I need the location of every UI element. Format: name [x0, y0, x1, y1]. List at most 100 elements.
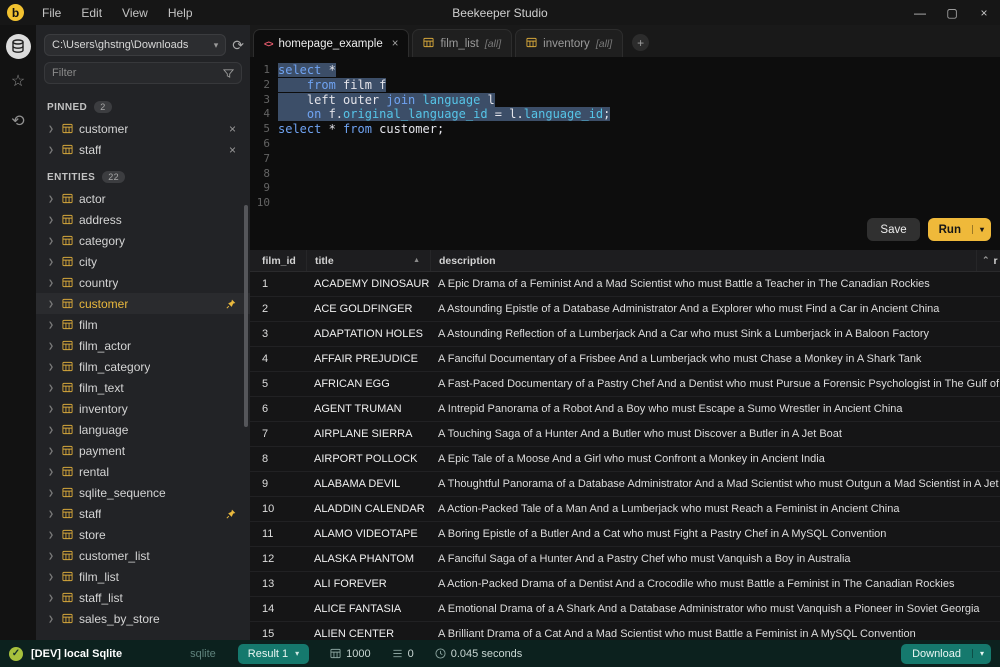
unpin-close-icon[interactable]: × — [229, 122, 236, 136]
table-row[interactable]: 8AIRPORT POLLOCKA Epic Tale of a Moose A… — [250, 447, 1000, 472]
elapsed-value: 0.045 seconds — [451, 648, 523, 660]
entity-item-country[interactable]: ❯country — [36, 272, 250, 293]
cell-description: A Action-Packed Tale of a Man And a Lumb… — [430, 503, 1000, 515]
history-icon[interactable]: ⟲ — [11, 114, 24, 130]
close-icon[interactable]: × — [968, 6, 1000, 20]
menu-help[interactable]: Help — [158, 6, 203, 20]
column-header-description[interactable]: description — [430, 250, 976, 271]
pin-icon[interactable] — [226, 299, 236, 309]
pinned-item-customer[interactable]: ❯customer× — [36, 118, 250, 139]
table-row[interactable]: 15ALIEN CENTERA Brilliant Drama of a Cat… — [250, 622, 1000, 640]
maximize-icon[interactable]: ▢ — [936, 6, 968, 20]
database-path-dropdown[interactable]: C:\Users\ghstng\Downloads ▾ — [44, 34, 226, 56]
line-number: 9 — [250, 181, 270, 196]
unpin-close-icon[interactable]: × — [229, 143, 236, 157]
entity-item-rental[interactable]: ❯rental — [36, 461, 250, 482]
menu-edit[interactable]: Edit — [71, 6, 112, 20]
entity-item-city[interactable]: ❯city — [36, 251, 250, 272]
download-button[interactable]: Download ▾ — [901, 644, 991, 664]
tab-homepage_example[interactable]: <>homepage_example× — [253, 29, 409, 57]
editor-line: 8 — [250, 167, 1000, 182]
table-row[interactable]: 5AFRICAN EGGA Fast-Paced Documentary of … — [250, 372, 1000, 397]
sort-asc-icon[interactable]: ▲ — [413, 257, 420, 264]
entity-item-language[interactable]: ❯language — [36, 419, 250, 440]
tab-film_list[interactable]: film_list[all] — [412, 29, 512, 57]
menu-file[interactable]: File — [32, 6, 71, 20]
cell-title: ALASKA PHANTOM — [306, 553, 430, 565]
table-row[interactable]: 7AIRPLANE SIERRAA Touching Saga of a Hun… — [250, 422, 1000, 447]
table-row[interactable]: 11ALAMO VIDEOTAPEA Boring Epistle of a B… — [250, 522, 1000, 547]
table-row[interactable]: 1ACADEMY DINOSAURA Epic Drama of a Femin… — [250, 272, 1000, 297]
download-button-label[interactable]: Download — [901, 648, 972, 660]
minimize-icon[interactable]: — — [904, 6, 936, 20]
favorites-star-icon[interactable]: ☆ — [11, 74, 25, 90]
editor-code[interactable]: from film f — [278, 78, 386, 93]
app-logo-icon[interactable]: b — [7, 4, 24, 21]
cell-title: AFFAIR PREJUDICE — [306, 353, 430, 365]
editor-code[interactable]: left outer join language l — [278, 93, 495, 108]
entity-item-category[interactable]: ❯category — [36, 230, 250, 251]
entity-item-film[interactable]: ❯film — [36, 314, 250, 335]
table-row[interactable]: 9ALABAMA DEVILA Thoughtful Panorama of a… — [250, 472, 1000, 497]
sql-code-icon: <> — [264, 39, 273, 49]
editor-code[interactable]: select * from customer; — [278, 122, 444, 137]
line-number: 3 — [250, 93, 270, 108]
entity-item-customer_list[interactable]: ❯customer_list — [36, 545, 250, 566]
download-dropdown-icon[interactable]: ▾ — [972, 649, 991, 658]
sidebar-scrollbar[interactable] — [244, 205, 248, 427]
menu-view[interactable]: View — [112, 6, 158, 20]
chevron-right-icon: ❯ — [48, 146, 56, 154]
entity-item-film_category[interactable]: ❯film_category — [36, 356, 250, 377]
table-row[interactable]: 3ADAPTATION HOLESA Astounding Reflection… — [250, 322, 1000, 347]
pinned-item-label: staff — [79, 143, 101, 157]
entity-item-payment[interactable]: ❯payment — [36, 440, 250, 461]
column-title-label: title — [315, 255, 334, 267]
entity-item-sqlite_sequence[interactable]: ❯sqlite_sequence — [36, 482, 250, 503]
tab-inventory[interactable]: inventory[all] — [515, 29, 623, 57]
column-header-next-partial[interactable]: ⌃ r — [976, 250, 1000, 271]
chevron-right-icon: ❯ — [48, 279, 56, 287]
refresh-icon[interactable]: ⟳ — [232, 38, 244, 52]
entity-item-store[interactable]: ❯store — [36, 524, 250, 545]
editor-code[interactable]: select * — [278, 63, 336, 78]
sql-token: from — [343, 122, 372, 136]
entity-item-staff_list[interactable]: ❯staff_list — [36, 587, 250, 608]
cell-film-id: 4 — [250, 353, 306, 365]
entity-item-customer[interactable]: ❯customer — [36, 293, 250, 314]
pinned-item-staff[interactable]: ❯ staff × — [36, 139, 250, 160]
table-row[interactable]: 10ALADDIN CALENDARA Action-Packed Tale o… — [250, 497, 1000, 522]
filter-input[interactable] — [52, 67, 223, 79]
table-row[interactable]: 12ALASKA PHANTOMA Fanciful Saga of a Hun… — [250, 547, 1000, 572]
chevron-right-icon: ❯ — [48, 531, 56, 539]
column-header-film-id[interactable]: film_id — [250, 255, 306, 267]
entity-item-film_list[interactable]: ❯film_list — [36, 566, 250, 587]
chevron-right-icon: ❯ — [48, 342, 56, 350]
result-selector-button[interactable]: Result 1 ▾ — [238, 644, 309, 664]
cell-title: AGENT TRUMAN — [306, 403, 430, 415]
new-tab-button[interactable]: + — [632, 34, 649, 51]
table-row[interactable]: 13ALI FOREVERA Action-Packed Drama of a … — [250, 572, 1000, 597]
entity-item-film_actor[interactable]: ❯film_actor — [36, 335, 250, 356]
pin-icon[interactable] — [226, 509, 236, 519]
run-button-label[interactable]: Run — [928, 224, 972, 236]
column-header-title[interactable]: title ▲ — [306, 250, 430, 271]
entity-item-address[interactable]: ❯address — [36, 209, 250, 230]
database-connection-icon[interactable] — [6, 34, 31, 59]
run-dropdown-icon[interactable]: ▾ — [972, 225, 991, 234]
table-row[interactable]: 6AGENT TRUMANA Intrepid Panorama of a Ro… — [250, 397, 1000, 422]
sql-editor[interactable]: 1select *2 from film f3 left outer join … — [250, 57, 1000, 250]
run-button[interactable]: Run ▾ — [928, 218, 991, 241]
save-button[interactable]: Save — [867, 218, 919, 241]
table-row[interactable]: 2ACE GOLDFINGERA Astounding Epistle of a… — [250, 297, 1000, 322]
table-row[interactable]: 14ALICE FANTASIAA Emotional Drama of a A… — [250, 597, 1000, 622]
entity-item-film_text[interactable]: ❯film_text — [36, 377, 250, 398]
collapse-up-icon[interactable]: ⌃ — [982, 255, 990, 266]
close-tab-icon[interactable]: × — [392, 38, 399, 50]
entity-item-inventory[interactable]: ❯inventory — [36, 398, 250, 419]
entity-item-actor[interactable]: ❯actor — [36, 188, 250, 209]
editor-code[interactable]: on f.original_language_id = l.language_i… — [278, 107, 610, 122]
filter-funnel-icon[interactable] — [223, 68, 234, 79]
entity-item-sales_by_store[interactable]: ❯sales_by_store — [36, 608, 250, 629]
table-row[interactable]: 4AFFAIR PREJUDICEA Fanciful Documentary … — [250, 347, 1000, 372]
entity-item-staff[interactable]: ❯staff — [36, 503, 250, 524]
